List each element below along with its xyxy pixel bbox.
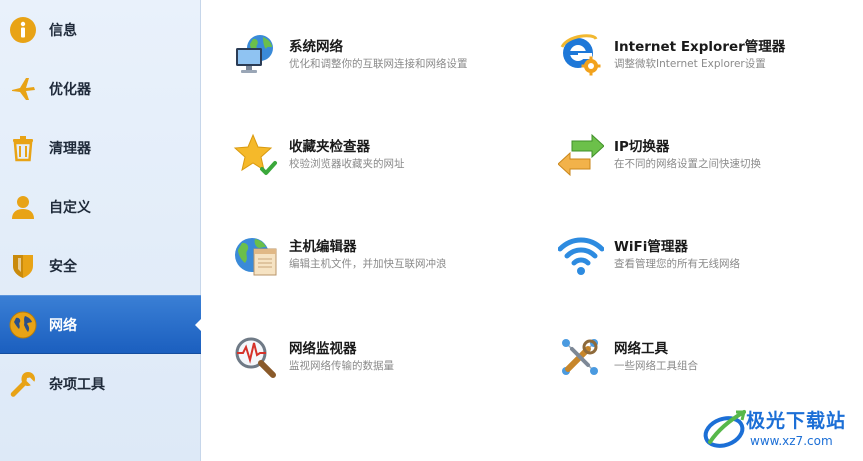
sidebar-item-network[interactable]: 网络 — [0, 295, 201, 354]
sidebar-item-customize[interactable]: 自定义 — [0, 177, 201, 236]
airplane-icon — [9, 75, 37, 103]
sidebar-item-label: 信息 — [49, 22, 77, 39]
globe-document-icon — [233, 233, 279, 279]
sidebar: 信息 优化器 清理器 自定义 安全 网络 杂项工具 — [0, 0, 201, 461]
tool-hosts-editor[interactable]: 主机编辑器 编辑主机文件，并加快互联网冲浪 — [233, 233, 533, 283]
tool-ie-manager[interactable]: Internet Explorer管理器 调整微软Internet Explor… — [558, 33, 858, 83]
tool-title: 主机编辑器 — [289, 239, 357, 255]
sidebar-item-security[interactable]: 安全 — [0, 236, 201, 295]
sidebar-item-misc-tools[interactable]: 杂项工具 — [0, 354, 201, 413]
wrench-icon — [9, 370, 37, 398]
tool-description: 调整微软Internet Explorer设置 — [614, 58, 766, 70]
tool-title: 收藏夹检查器 — [289, 139, 370, 155]
watermark-url: www.xz7.com — [750, 434, 833, 448]
watermark: 极光下载站 www.xz7.com — [700, 404, 860, 458]
tool-title: 系统网络 — [289, 39, 343, 55]
tool-network-monitor[interactable]: 网络监视器 监视网络传输的数据量 — [233, 335, 533, 385]
ie-gear-icon — [558, 33, 604, 79]
tool-title: IP切换器 — [614, 139, 670, 155]
sidebar-item-label: 安全 — [49, 258, 77, 275]
trash-icon — [9, 134, 37, 162]
shield-icon — [9, 252, 37, 280]
globe-icon — [9, 311, 37, 339]
sidebar-item-label: 网络 — [49, 317, 77, 334]
tool-description: 编辑主机文件，并加快互联网冲浪 — [289, 258, 447, 270]
sidebar-item-label: 优化器 — [49, 81, 91, 98]
info-icon — [9, 16, 37, 44]
magnifier-pulse-icon — [233, 335, 279, 381]
tool-favorites-checker[interactable]: 收藏夹检查器 校验浏览器收藏夹的网址 — [233, 133, 533, 183]
tool-title: Internet Explorer管理器 — [614, 39, 786, 55]
user-icon — [9, 193, 37, 221]
tool-description: 校验浏览器收藏夹的网址 — [289, 158, 405, 170]
watermark-title: 极光下载站 — [746, 410, 847, 432]
swap-arrows-icon — [557, 133, 605, 179]
tool-description: 查看管理您的所有无线网络 — [614, 258, 740, 270]
star-check-icon — [233, 133, 279, 179]
watermark-logo-icon — [702, 408, 746, 456]
tool-title: 网络监视器 — [289, 341, 357, 357]
tool-description: 监视网络传输的数据量 — [289, 360, 394, 372]
wifi-icon — [557, 233, 605, 279]
network-tools-icon — [558, 335, 604, 381]
tool-description: 一些网络工具组合 — [614, 360, 698, 372]
sidebar-item-label: 自定义 — [49, 199, 91, 216]
tool-description: 优化和调整你的互联网连接和网络设置 — [289, 58, 468, 70]
sidebar-item-cleaner[interactable]: 清理器 — [0, 118, 201, 177]
tool-description: 在不同的网络设置之间快速切换 — [614, 158, 761, 170]
tool-network-tools[interactable]: 网络工具 一些网络工具组合 — [558, 335, 858, 385]
tool-system-network[interactable]: 系统网络 优化和调整你的互联网连接和网络设置 — [233, 33, 533, 83]
tool-wifi-manager[interactable]: WiFi管理器 查看管理您的所有无线网络 — [557, 233, 858, 283]
tool-ip-switcher[interactable]: IP切换器 在不同的网络设置之间快速切换 — [557, 133, 858, 183]
sidebar-item-label: 清理器 — [49, 140, 91, 157]
tool-title: WiFi管理器 — [614, 239, 688, 255]
sidebar-item-label: 杂项工具 — [49, 376, 105, 393]
sidebar-item-info[interactable]: 信息 — [0, 0, 201, 59]
tool-title: 网络工具 — [614, 341, 668, 357]
globe-monitor-icon — [233, 33, 279, 79]
sidebar-item-optimizer[interactable]: 优化器 — [0, 59, 201, 118]
